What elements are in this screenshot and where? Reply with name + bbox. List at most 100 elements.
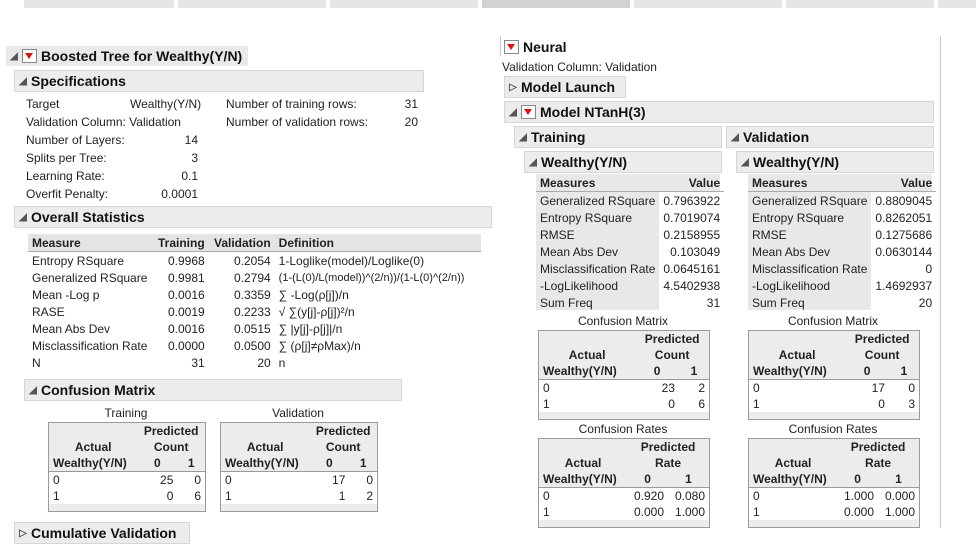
cell: 0.8262051 (871, 209, 937, 226)
cm-cell: 0 (845, 396, 889, 412)
cell: Mean Abs Dev (32, 321, 111, 336)
collapse-triangle-icon[interactable]: ◢ (17, 212, 29, 223)
expand-triangle-icon[interactable]: ▷ (17, 528, 29, 539)
cm-col-label: 0 (627, 471, 669, 488)
training-wealthy-title: Wealthy(Y/N) (541, 154, 628, 170)
cell: 0.2233 (233, 304, 271, 319)
red-triangle-menu-icon[interactable] (22, 49, 37, 63)
table-row: Sum Freq 20 (748, 294, 937, 311)
validation-header[interactable]: ◢ Validation (726, 126, 934, 148)
cell: 0.0500 (233, 338, 271, 353)
cm-predicted-label: Predicted (854, 332, 910, 346)
boosted-tree-header[interactable]: ◢ Boosted Tree for Wealthy(Y/N) (6, 46, 248, 66)
model-launch-header[interactable]: ▷ Model Launch (504, 76, 626, 98)
cm-stat-label: Count (864, 348, 900, 362)
spec-value: 0.1 (181, 169, 198, 183)
collapse-triangle-icon[interactable]: ◢ (507, 107, 519, 118)
col-header: Measure (32, 235, 81, 250)
cm-caption: Confusion Matrix (577, 314, 669, 328)
red-triangle-menu-icon[interactable] (521, 105, 536, 119)
validation-title: Validation (743, 129, 810, 145)
cm-cell: 0.000 (878, 487, 919, 504)
cell: Mean Abs Dev (752, 244, 831, 259)
cell: 0.0016 (167, 287, 205, 302)
spec-label: Overfit Penalty: (26, 187, 109, 201)
collapse-triangle-icon[interactable]: ◢ (527, 157, 539, 168)
cm-cell: 3 (888, 396, 919, 412)
table-row: Misclassification Rate 0 (748, 260, 937, 277)
overall-statistics-title: Overall Statistics (31, 209, 145, 225)
neural-header[interactable]: Neural (504, 37, 604, 57)
boosted-validation-confusion-matrix: Predicted Actual Count Wealthy(Y/N) 0 1 0 17… (220, 422, 378, 512)
table-row: -LogLikelihood 4.5402938 (536, 277, 725, 294)
cm-var-label: Wealthy(Y/N) (539, 471, 628, 488)
table-row: -LogLikelihood 1.4692937 (748, 277, 937, 294)
model-ntanh-header[interactable]: ◢ Model NTanH(3) (504, 101, 934, 123)
cell: Entropy RSquare (540, 210, 633, 225)
training-header[interactable]: ◢ Training (514, 126, 722, 148)
collapse-triangle-icon[interactable]: ◢ (739, 157, 751, 168)
cm-var-label: Wealthy(Y/N) (49, 455, 138, 472)
cell: RASE (32, 304, 65, 319)
cm-cell: 0.000 (837, 504, 879, 520)
cm-cell: 2 (678, 379, 709, 396)
cumulative-validation-header[interactable]: ▷ Cumulative Validation (14, 522, 190, 544)
collapse-triangle-icon[interactable]: ◢ (517, 132, 529, 143)
collapse-triangle-icon[interactable]: ◢ (27, 385, 39, 396)
boosted-training-confusion-matrix: Predicted Actual Count Wealthy(Y/N) 0 1 0 25… (48, 422, 206, 512)
model-title: Model NTanH(3) (540, 104, 646, 120)
cell: 0.8809045 (871, 191, 937, 209)
spec-value: 0.0001 (161, 187, 198, 201)
cell: 0.0645161 (659, 260, 725, 277)
cell: Entropy RSquare (32, 253, 125, 268)
cell: 20 (257, 355, 271, 370)
cm-stat-label: Rate (655, 456, 682, 470)
overall-statistics-header[interactable]: ◢ Overall Statistics (14, 206, 492, 228)
cm-row-label: 1 (49, 488, 138, 504)
tab-strip-segment (330, 0, 478, 8)
cm-col-label: 1 (678, 363, 709, 380)
red-triangle-menu-icon[interactable] (504, 40, 519, 54)
cell: 0.9981 (167, 270, 205, 285)
cm-cell: 23 (635, 379, 679, 396)
collapse-triangle-icon[interactable]: ◢ (8, 51, 20, 62)
cm-cell: 0 (137, 488, 178, 504)
cell: 4.5402938 (659, 277, 725, 294)
cm-col-label: 0 (837, 471, 879, 488)
cell: (1-(L(0)/L(model))^(2/n))/(1-L(0)^(2/n)) (278, 271, 465, 284)
cm-cell: 1.000 (837, 487, 879, 504)
col-header: Measures (540, 175, 596, 190)
cm-row-label: 0 (749, 487, 838, 504)
cm-cell: 1.000 (668, 504, 709, 520)
validation-wealthy-header[interactable]: ◢ Wealthy(Y/N) (736, 151, 934, 173)
specifications-title: Specifications (31, 73, 126, 89)
cell: 0.7963922 (659, 191, 725, 209)
spec-value: 31 (404, 97, 418, 111)
table-row: Misclassification Rate 0.0000 0.0500 ∑ (… (28, 337, 481, 354)
cell: 0.2794 (233, 270, 271, 285)
cell: 0.0515 (233, 321, 271, 336)
cm-col-label: 1 (349, 455, 377, 472)
cm-cell: 2 (349, 488, 377, 504)
cell: 0.3359 (233, 287, 271, 302)
table-row: RMSE 0.1275686 (748, 226, 937, 243)
specifications-header[interactable]: ◢ Specifications (14, 70, 424, 92)
cell: Mean -Log p (32, 287, 100, 302)
cm-row-label: 1 (539, 396, 636, 412)
cell: 31 (191, 355, 205, 370)
cm-predicted-label: Predicted (850, 440, 906, 454)
confusion-matrix-header[interactable]: ◢ Confusion Matrix (24, 379, 402, 401)
expand-triangle-icon[interactable]: ▷ (507, 82, 519, 93)
cell: Misclassification Rate (752, 261, 868, 276)
collapse-triangle-icon[interactable]: ◢ (729, 132, 741, 143)
training-measures-table: Measures Value Generalized RSquare 0.79639… (536, 174, 725, 311)
training-wealthy-header[interactable]: ◢ Wealthy(Y/N) (524, 151, 722, 173)
cm-stat-label: Count (654, 348, 690, 362)
cm-col-label: 0 (137, 455, 178, 472)
cm-actual-label: Actual (774, 456, 812, 470)
cm-var-label: Wealthy(Y/N) (539, 363, 636, 380)
cm-actual-label: Actual (564, 456, 602, 470)
collapse-triangle-icon[interactable]: ◢ (17, 76, 29, 87)
cell: Generalized RSquare (540, 193, 656, 208)
boosted-tree-title: Boosted Tree for Wealthy(Y/N) (41, 48, 243, 64)
